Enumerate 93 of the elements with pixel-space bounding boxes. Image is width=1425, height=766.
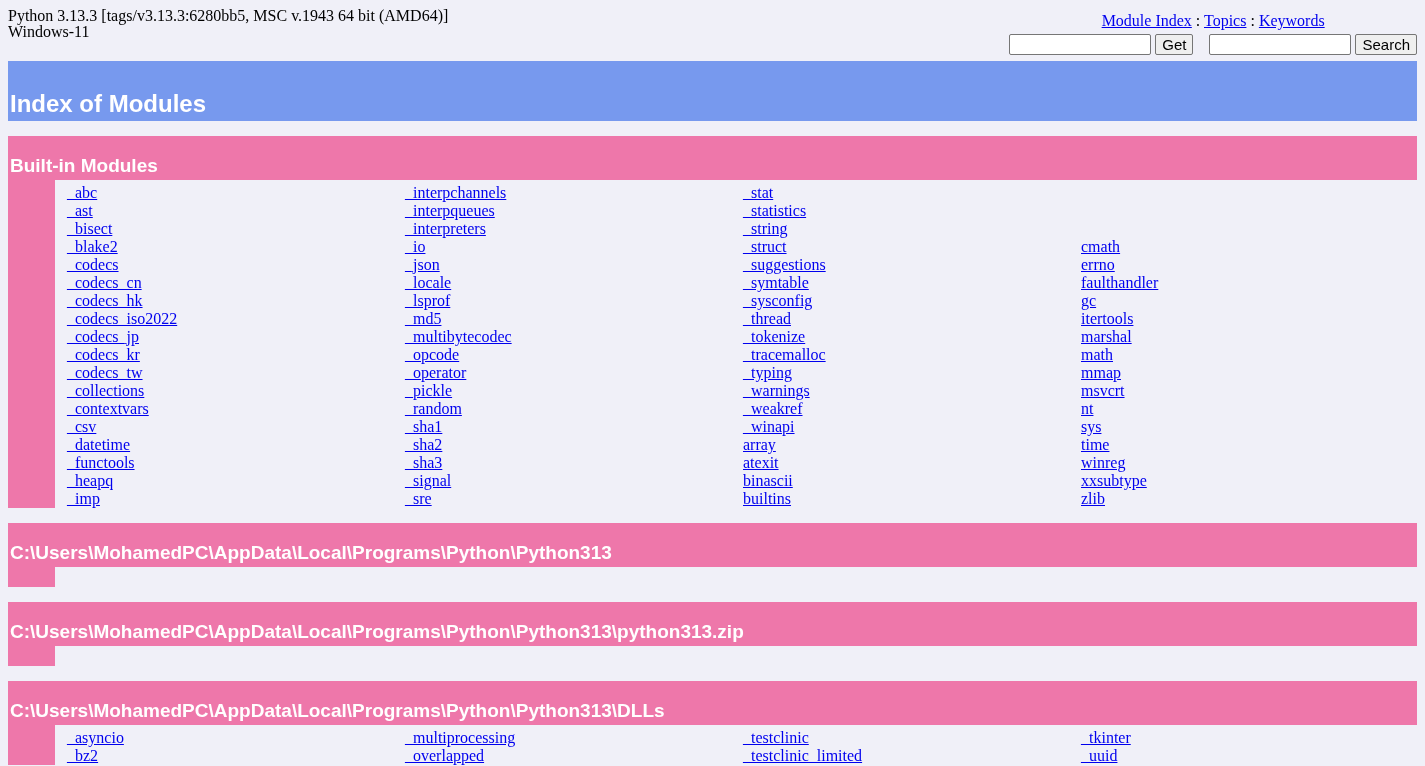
- page-title: Index of Modules: [10, 90, 206, 118]
- module-link[interactable]: _pickle: [405, 382, 453, 399]
- link-separator: :: [1195, 12, 1201, 29]
- module-link[interactable]: _sha1: [405, 418, 443, 435]
- module-link[interactable]: _imp: [67, 490, 100, 507]
- module-link[interactable]: _stat: [743, 184, 774, 201]
- module-link[interactable]: _abc: [67, 184, 98, 201]
- module-link[interactable]: _codecs: [67, 256, 119, 273]
- module-link[interactable]: _json: [405, 256, 440, 273]
- module-link[interactable]: _symtable: [743, 274, 809, 291]
- module-link[interactable]: _statistics: [743, 202, 807, 219]
- module-link[interactable]: _io: [405, 238, 426, 255]
- nav-link[interactable]: Module Index: [1101, 12, 1192, 29]
- module-link[interactable]: _interpreters: [405, 220, 486, 237]
- module-link[interactable]: _typing: [743, 364, 792, 381]
- module-link[interactable]: _heapq: [67, 472, 114, 489]
- search-button[interactable]: Search: [1355, 34, 1417, 55]
- section-title: C:\Users\MohamedPC\AppData\Local\Programs\Python\Python313\DLLs: [10, 700, 665, 722]
- module-link[interactable]: _sysconfig: [743, 292, 813, 309]
- module-link[interactable]: _sha3: [405, 454, 443, 471]
- module-link[interactable]: _interpqueues: [405, 202, 495, 219]
- module-link[interactable]: _locale: [405, 274, 452, 291]
- section-title: C:\Users\MohamedPC\AppData\Local\Programs\Python\Python313\python313.zip: [10, 621, 744, 643]
- module-link[interactable]: _operator: [405, 364, 467, 381]
- module-link[interactable]: _tokenize: [743, 328, 806, 345]
- module-link[interactable]: _uuid: [1081, 747, 1118, 764]
- module-link[interactable]: _thread: [743, 310, 791, 327]
- module-link[interactable]: _blake2: [67, 238, 118, 255]
- module-link[interactable]: math: [1081, 346, 1113, 363]
- module-link[interactable]: _tkinter: [1081, 729, 1131, 746]
- nav-link[interactable]: Keywords: [1258, 12, 1325, 29]
- module-link[interactable]: sys: [1081, 418, 1102, 435]
- get-button[interactable]: Get: [1155, 34, 1194, 55]
- module-link[interactable]: winreg: [1081, 454, 1126, 471]
- module-link[interactable]: _lsprof: [405, 292, 451, 309]
- module-link[interactable]: _csv: [67, 418, 97, 435]
- module-link[interactable]: atexit: [743, 454, 779, 471]
- module-link[interactable]: zlib: [1081, 490, 1105, 507]
- module-link[interactable]: _bisect: [67, 220, 113, 237]
- module-link[interactable]: msvcrt: [1081, 382, 1125, 399]
- section-title: Built-in Modules: [10, 155, 158, 177]
- module-link[interactable]: _functools: [67, 454, 135, 471]
- module-link[interactable]: builtins: [743, 490, 791, 507]
- module-link[interactable]: faulthandler: [1081, 274, 1159, 291]
- module-link[interactable]: _warnings: [743, 382, 810, 399]
- module-link[interactable]: _interpchannels: [405, 184, 507, 201]
- module-link[interactable]: _codecs_kr: [67, 346, 140, 363]
- module-link[interactable]: _md5: [405, 310, 442, 327]
- module-link[interactable]: _suggestions: [743, 256, 826, 273]
- module-link[interactable]: _contextvars: [67, 400, 149, 417]
- version-text: Python 3.13.3 [tags/v3.13.3:6280bb5, MSC v.1943 64 bit (AMD64)]: [8, 8, 449, 24]
- module-link[interactable]: marshal: [1081, 328, 1132, 345]
- module-link[interactable]: _ast: [67, 202, 93, 219]
- module-link[interactable]: _overlapped: [405, 747, 485, 764]
- module-link[interactable]: _weakref: [743, 400, 803, 417]
- module-link[interactable]: _signal: [405, 472, 452, 489]
- module-link[interactable]: mmap: [1081, 364, 1121, 381]
- module-link[interactable]: _testclinic: [743, 729, 809, 746]
- module-link[interactable]: _codecs_cn: [67, 274, 142, 291]
- module-link[interactable]: cmath: [1081, 238, 1121, 255]
- search-input[interactable]: [1209, 34, 1352, 55]
- module-link[interactable]: _sha2: [405, 436, 443, 453]
- module-link[interactable]: _multibytecodec: [405, 328, 512, 345]
- module-link[interactable]: _struct: [743, 238, 787, 255]
- module-link[interactable]: _opcode: [405, 346, 460, 363]
- module-link[interactable]: time: [1081, 436, 1110, 453]
- module-link[interactable]: _winapi: [743, 418, 795, 435]
- nav-link[interactable]: Topics: [1204, 12, 1247, 29]
- module-link[interactable]: binascii: [743, 472, 793, 489]
- module-input[interactable]: [1009, 34, 1152, 55]
- module-link[interactable]: errno: [1081, 256, 1115, 273]
- module-link[interactable]: _codecs_jp: [67, 328, 139, 345]
- module-link[interactable]: _string: [743, 220, 788, 237]
- link-separator: :: [1250, 12, 1255, 29]
- module-link[interactable]: array: [743, 436, 776, 453]
- module-link[interactable]: _bz2: [67, 747, 99, 764]
- platform-text: Windows-11: [8, 24, 91, 40]
- module-link[interactable]: _asyncio: [67, 729, 124, 746]
- module-link[interactable]: _random: [405, 400, 462, 417]
- module-link[interactable]: _multiprocessing: [405, 729, 516, 746]
- module-link[interactable]: _collections: [67, 382, 145, 399]
- module-link[interactable]: _datetime: [67, 436, 131, 453]
- module-link[interactable]: _sre: [405, 490, 432, 507]
- module-link[interactable]: _codecs_iso2022: [67, 310, 178, 327]
- module-link[interactable]: xxsubtype: [1081, 472, 1147, 489]
- module-link[interactable]: _codecs_hk: [67, 292, 143, 309]
- module-link[interactable]: nt: [1081, 400, 1094, 417]
- module-link[interactable]: itertools: [1081, 310, 1134, 327]
- section-title: C:\Users\MohamedPC\AppData\Local\Programs\Python\Python313: [10, 542, 612, 564]
- module-link[interactable]: _codecs_tw: [67, 364, 143, 381]
- module-link[interactable]: _tracemalloc: [743, 346, 826, 363]
- module-link[interactable]: _testclinic_limited: [743, 747, 863, 764]
- module-link[interactable]: gc: [1081, 292, 1097, 309]
